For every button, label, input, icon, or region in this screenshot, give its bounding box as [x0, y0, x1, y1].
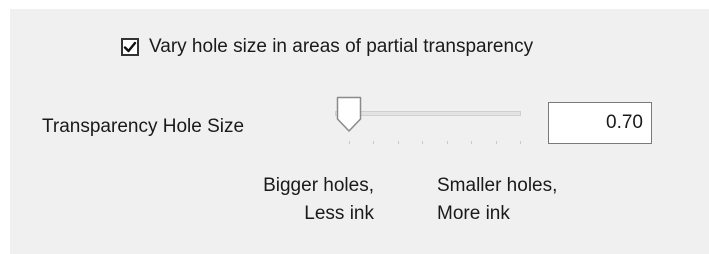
left-caption: Bigger holes, Less ink [200, 172, 374, 228]
left-caption-line2: Less ink [304, 203, 374, 224]
slider-tick [447, 141, 448, 144]
slider-tick [496, 141, 497, 144]
slider-tick [520, 141, 521, 144]
left-caption-line1: Bigger holes, [263, 175, 374, 196]
slider-thumb-icon[interactable] [336, 96, 362, 134]
vary-hole-size-row[interactable]: Vary hole size in areas of partial trans… [121, 36, 533, 58]
slider-tick [471, 141, 472, 144]
vary-hole-size-label: Vary hole size in areas of partial trans… [149, 36, 534, 57]
vary-hole-size-checkbox[interactable] [121, 38, 139, 56]
transparency-hole-size-slider-track[interactable] [335, 111, 521, 116]
check-icon [123, 41, 137, 53]
transparency-hole-size-label: Transparency Hole Size [42, 116, 245, 137]
right-caption-line1: Smaller holes, [437, 175, 558, 196]
right-caption-line2: More ink [437, 203, 510, 224]
slider-tick [422, 141, 423, 144]
right-caption: Smaller holes, More ink [437, 172, 657, 228]
slider-tick [398, 141, 399, 144]
transparency-hole-size-value-input[interactable]: 0.70 [548, 102, 652, 144]
slider-tick [373, 141, 374, 144]
slider-tick [349, 141, 350, 144]
